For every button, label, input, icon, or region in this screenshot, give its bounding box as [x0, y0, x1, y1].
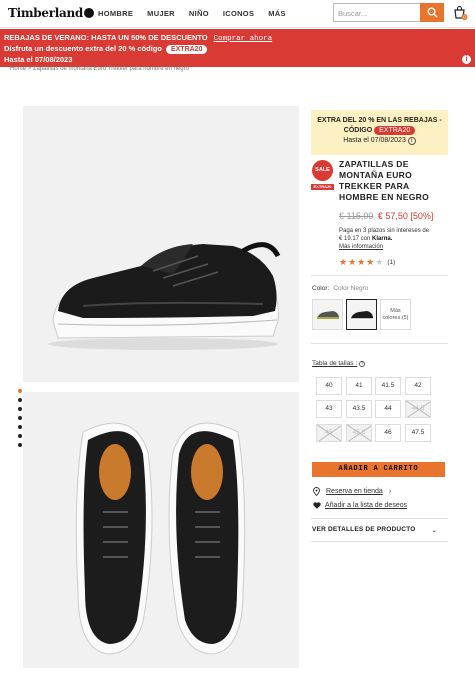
size-option[interactable]: 43: [316, 400, 342, 418]
size-option-unavailable: 44.5: [405, 400, 431, 418]
product-image-side[interactable]: [23, 106, 299, 382]
old-price: € 115,00: [339, 211, 374, 221]
cart-icon[interactable]: 0: [452, 5, 468, 21]
extra-discount-until: Hasta el 07/08/2023: [343, 137, 406, 144]
sale-price: € 57,50 [50%]: [377, 211, 434, 221]
promo-headline: REBAJAS DE VERANO: HASTA UN 50% DE DESCU…: [4, 33, 208, 42]
star-empty-icon: ★: [375, 257, 384, 267]
info-icon: ?: [359, 361, 366, 367]
divider: [311, 275, 448, 276]
nav-item-nino[interactable]: NIÑO: [189, 9, 209, 18]
promo-code-badge: EXTRA20: [165, 45, 208, 54]
klarna-amount: € 19.17 con: [339, 236, 371, 242]
product-image-top[interactable]: [23, 392, 299, 668]
pagination-dot[interactable]: [18, 416, 22, 420]
color-value: Color Negro: [333, 285, 369, 292]
pagination-dot[interactable]: [18, 389, 22, 393]
size-option[interactable]: 40: [316, 377, 342, 395]
shoe-thumb-icon: [350, 310, 373, 320]
info-icon[interactable]: i: [462, 55, 471, 64]
shoe-side-image: [48, 242, 281, 350]
price-block: € 115,00 € 57,50 [50%]: [339, 211, 433, 221]
size-option[interactable]: 41: [346, 377, 372, 395]
nav-item-mas[interactable]: MÁS: [268, 9, 286, 18]
add-to-wishlist-link[interactable]: Añadir a la lista de deseos: [313, 502, 407, 509]
klarna-line: Paga en 3 plazos sin intereses de: [339, 228, 430, 234]
nav-item-hombre[interactable]: HOMBRE: [98, 9, 133, 18]
product-details-toggle[interactable]: VER DETALLES DE PRODUCTO ⌄: [312, 526, 449, 534]
pagination-dot[interactable]: [18, 407, 22, 411]
extra-discount-code: EXTRA20: [374, 126, 416, 135]
location-pin-icon: [313, 487, 320, 496]
color-label: Color: Color Negro: [312, 285, 369, 292]
size-chart-link[interactable]: Tabla de tallas :?: [312, 360, 366, 367]
info-icon[interactable]: i: [407, 137, 416, 145]
star-icon: ★: [357, 257, 366, 267]
main-nav: HOMBRE MUJER NIÑO ICONOS MÁS: [98, 9, 286, 18]
promo-until: Hasta el 07/08/2023: [4, 55, 73, 64]
image-pagination: [18, 389, 22, 447]
reserve-in-store-link[interactable]: Reserva en tienda ›: [313, 487, 391, 496]
pagination-dot[interactable]: [18, 398, 22, 402]
promo-extra-text: Disfruta un descuento extra del 20 % cód…: [4, 44, 162, 53]
add-to-cart-button[interactable]: AÑADIR A CARRITO: [312, 462, 445, 477]
color-swatch-black[interactable]: [346, 299, 377, 330]
size-option[interactable]: 47.5: [405, 424, 431, 442]
pagination-dot[interactable]: [18, 425, 22, 429]
nav-item-iconos[interactable]: ICONOS: [223, 9, 254, 18]
shoe-top-image: [75, 422, 246, 655]
extra-discount-code-label: CÓDIGO: [343, 127, 373, 134]
star-icon: ★: [366, 257, 375, 267]
search-button[interactable]: [420, 3, 444, 22]
shoe-thumb-icon: [316, 310, 339, 319]
pagination-dot[interactable]: [18, 443, 22, 447]
size-option[interactable]: 42: [405, 377, 431, 395]
search-input[interactable]: Buscar...: [333, 3, 421, 22]
rating-count: (1): [387, 259, 396, 266]
more-colors-button[interactable]: Más colores (5): [380, 299, 411, 330]
klarna-more-link[interactable]: Más información: [339, 243, 449, 251]
sale-badge: SALE: [312, 160, 333, 181]
color-swatch-olive[interactable]: [312, 299, 343, 330]
size-option[interactable]: 41.5: [375, 377, 401, 395]
extra-discount-box: EXTRA DEL 20 % EN LAS REBAJAS - CÓDIGO E…: [311, 110, 448, 155]
divider: [311, 518, 448, 519]
pagination-dot[interactable]: [18, 434, 22, 438]
size-option-unavailable: 45: [316, 424, 342, 442]
search-icon: [427, 7, 437, 18]
star-icon: ★: [348, 257, 357, 267]
divider: [311, 343, 448, 344]
promo-shop-link[interactable]: Comprar ahora: [214, 35, 273, 43]
breadcrumb[interactable]: Home > Zapatillas de montaña Euro Trekke…: [10, 66, 189, 72]
heart-icon: [313, 502, 321, 509]
size-option[interactable]: 43.5: [346, 400, 372, 418]
rating[interactable]: ★ ★ ★ ★ ★ (1): [339, 257, 395, 268]
tree-logo-icon: [83, 8, 94, 18]
size-option[interactable]: 46: [375, 424, 401, 442]
size-option-unavailable: 45.5: [346, 424, 372, 442]
brand-logo[interactable]: Timberland: [8, 6, 94, 20]
chevron-right-icon: ›: [388, 488, 392, 495]
nav-item-mujer[interactable]: MUJER: [147, 9, 175, 18]
star-icon: ★: [339, 257, 348, 267]
klarna-info: Paga en 3 plazos sin intereses de € 19.1…: [339, 227, 449, 251]
extra-code-badge: EXTRA20: [311, 184, 334, 190]
extra-discount-line1: EXTRA DEL 20 % EN LAS REBAJAS -: [317, 117, 442, 124]
chevron-down-icon: ⌄: [431, 527, 437, 534]
klarna-logo: Klarna.: [372, 236, 393, 242]
divider: [311, 541, 448, 542]
promo-banner: REBAJAS DE VERANO: HASTA UN 50% DE DESCU…: [0, 29, 475, 67]
site-header: Timberland HOMBRE MUJER NIÑO ICONOS MÁS …: [0, 0, 475, 28]
size-option[interactable]: 44: [375, 400, 401, 418]
product-title: ZAPATILLAS DE MONTAÑA EURO TREKKER PARA …: [339, 159, 429, 202]
